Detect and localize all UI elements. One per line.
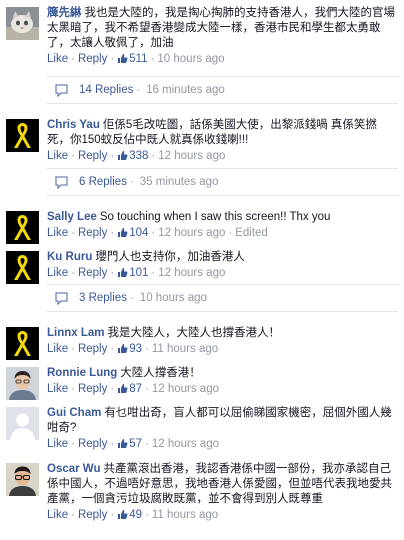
comment-timestamp[interactable]: 12 hours ago	[152, 438, 219, 450]
thumbs-up-icon	[117, 383, 128, 399]
replies-timestamp: 35 minutes ago	[139, 176, 219, 188]
replies-timestamp: 10 hours ago	[139, 292, 207, 304]
like-count[interactable]: 57	[129, 438, 142, 450]
comment-actions: Like · Reply · 93 · 11 hours ago	[47, 342, 398, 359]
cat-photo-avatar[interactable]	[6, 7, 39, 40]
comment: Ku Ruru 瓔門人也支持你，加油香港人 Like · Reply · 101 · 12 h…	[0, 244, 404, 284]
reply-link[interactable]: Reply	[78, 53, 107, 65]
like-link[interactable]: Like	[47, 227, 68, 239]
comment-text: 大陸人撐香港！	[120, 367, 201, 379]
like-link[interactable]: Like	[47, 438, 68, 450]
thumbs-up-icon	[117, 227, 128, 243]
reply-link[interactable]: Reply	[78, 267, 107, 279]
like-link[interactable]: Like	[47, 150, 68, 162]
default-silhouette-avatar[interactable]	[6, 407, 39, 440]
comment-text: So touching when I saw this screen!! Thx…	[99, 211, 331, 223]
like-count[interactable]: 338	[129, 150, 148, 162]
reply-link[interactable]: Reply	[78, 509, 107, 521]
comment-author[interactable]: Gui Cham	[47, 407, 101, 419]
like-link[interactable]: Like	[47, 343, 68, 355]
comment-timestamp[interactable]: 10 hours ago	[157, 53, 224, 65]
thumbs-up-icon	[117, 150, 128, 166]
thumbs-up-icon	[117, 343, 128, 359]
comment-author[interactable]: Linnx Lam	[47, 327, 105, 339]
comment-actions: Like · Reply · 511 · 10 hours ago	[47, 52, 398, 69]
person-photo-avatar[interactable]	[6, 367, 39, 400]
view-replies-link[interactable]: 14 Replies	[79, 84, 133, 96]
comment-text-block: Sally Lee So touching when I saw this scr…	[47, 210, 398, 225]
edited-label[interactable]: Edited	[235, 227, 268, 239]
replies-timestamp: 16 minutes ago	[146, 84, 225, 96]
comment-feed: 簰先綝 我也是大陸的，我是掏心掏肺的支持香港人，我們大陸的官場太黑暗了，我不希望香…	[0, 0, 404, 540]
like-count[interactable]: 101	[129, 267, 148, 279]
like-link[interactable]: Like	[47, 53, 68, 65]
comment-actions: Like · Reply · 57 · 12 hours ago	[47, 437, 398, 454]
yellow-ribbon-avatar[interactable]	[6, 327, 39, 360]
comment-timestamp[interactable]: 12 hours ago	[158, 267, 225, 279]
comment-author[interactable]: Ku Ruru	[47, 251, 92, 263]
reply-link[interactable]: Reply	[78, 343, 107, 355]
comment: Ronnie Lung 大陸人撐香港！ Like · Reply · 87 · 12 hour…	[0, 360, 404, 400]
thumbs-up-icon	[117, 267, 128, 283]
reply-link[interactable]: Reply	[78, 438, 107, 450]
comment: 簰先綝 我也是大陸的，我是掏心掏肺的支持香港人，我們大陸的官場太黑暗了，我不希望香…	[0, 0, 404, 76]
comment-actions: Like · Reply · 338 · 12 hours ago	[47, 149, 398, 166]
comment-actions: Like · Reply · 49 · 11 hours ago	[47, 508, 398, 525]
reply-link[interactable]: Reply	[78, 383, 107, 395]
like-count[interactable]: 511	[129, 53, 147, 65]
comment: Gui Cham 有乜咁出奇，盲人都可以屈偷睇國家機密，屈個外國人幾咁奇? Lik…	[0, 400, 404, 456]
comment-author[interactable]: Ronnie Lung	[47, 367, 117, 379]
comment-text-block: Chris Yau 佢係5毛改咗圖，話係美國大使，出黎派錢喎 真係笑撚死，你150…	[47, 118, 398, 148]
comment-timestamp[interactable]: 11 hours ago	[152, 509, 218, 521]
comment-author[interactable]: Chris Yau	[47, 119, 100, 131]
comment-author[interactable]: Sally Lee	[47, 211, 97, 223]
comment-timestamp[interactable]: 11 hours ago	[152, 343, 218, 355]
comment-actions: Like · Reply · 101 · 12 hours ago	[47, 266, 398, 283]
replies-row[interactable]: 6 Replies · 35 minutes ago	[47, 168, 398, 196]
thumbs-up-icon	[117, 53, 128, 69]
glasses-person-avatar[interactable]	[6, 463, 39, 496]
yellow-ribbon-avatar[interactable]	[6, 119, 39, 152]
like-count[interactable]: 49	[129, 509, 142, 521]
comment-author[interactable]: Oscar Wu	[47, 463, 100, 475]
comment-timestamp[interactable]: 12 hours ago	[158, 227, 225, 239]
like-link[interactable]: Like	[47, 383, 68, 395]
comment: Oscar Wu 共產黨滾出香港，我認香港係中國一部份，我亦承認自己係中國人，不過…	[0, 456, 404, 528]
comment-actions: Like · Reply · 87 · 12 hours ago	[47, 382, 398, 399]
comment-text-block: Oscar Wu 共產黨滾出香港，我認香港係中國一部份，我亦承認自己係中國人，不過…	[47, 462, 398, 507]
comment-timestamp[interactable]: 12 hours ago	[158, 150, 225, 162]
like-link[interactable]: Like	[47, 267, 68, 279]
comment-text-block: 簰先綝 我也是大陸的，我是掏心掏肺的支持香港人，我們大陸的官場太黑暗了，我不希望香…	[47, 6, 398, 51]
thumbs-up-icon	[117, 438, 128, 454]
yellow-ribbon-avatar[interactable]	[6, 251, 39, 284]
comment: Linnx Lam 我是大陸人，大陸人也撐香港人！ Like · Reply · 93 · 1…	[0, 320, 404, 360]
comment-text-block: Ronnie Lung 大陸人撐香港！	[47, 366, 398, 381]
like-link[interactable]: Like	[47, 509, 68, 521]
view-replies-link[interactable]: 6 Replies	[79, 176, 127, 188]
comment-author[interactable]: 簰先綝	[47, 7, 82, 19]
comment-text-block: Linnx Lam 我是大陸人，大陸人也撐香港人！	[47, 326, 398, 341]
view-replies-link[interactable]: 3 Replies	[79, 292, 127, 304]
comment-text: 我是大陸人，大陸人也撐香港人！	[107, 327, 281, 339]
reply-arrow-icon	[55, 291, 69, 306]
comment-text-block: Ku Ruru 瓔門人也支持你，加油香港人	[47, 250, 398, 265]
yellow-ribbon-avatar[interactable]	[6, 211, 39, 244]
reply-arrow-icon	[55, 83, 69, 98]
comment-text: 瓔門人也支持你，加油香港人	[95, 251, 245, 263]
reply-link[interactable]: Reply	[78, 150, 107, 162]
like-count[interactable]: 93	[129, 343, 142, 355]
like-count[interactable]: 87	[129, 383, 142, 395]
comment: Sally Lee So touching when I saw this scr…	[0, 204, 404, 244]
reply-arrow-icon	[55, 175, 69, 190]
replies-row[interactable]: 14 Replies · 16 minutes ago	[47, 76, 398, 104]
like-count[interactable]: 104	[129, 227, 148, 239]
reply-link[interactable]: Reply	[78, 227, 107, 239]
comment-text-block: Gui Cham 有乜咁出奇，盲人都可以屈偷睇國家機密，屈個外國人幾咁奇?	[47, 406, 398, 436]
replies-row[interactable]: 3 Replies · 10 hours ago	[47, 284, 398, 312]
thumbs-up-icon	[117, 509, 128, 525]
comment-actions: Like · Reply · 104 · 12 hours ago · Edited	[47, 226, 398, 243]
comment: Chris Yau 佢係5毛改咗圖，話係美國大使，出黎派錢喎 真係笑撚死，你150…	[0, 112, 404, 168]
comment-timestamp[interactable]: 12 hours ago	[152, 383, 219, 395]
comment-text: 我也是大陸的，我是掏心掏肺的支持香港人，我們大陸的官場太黑暗了，我不希望香港變成…	[47, 7, 395, 49]
